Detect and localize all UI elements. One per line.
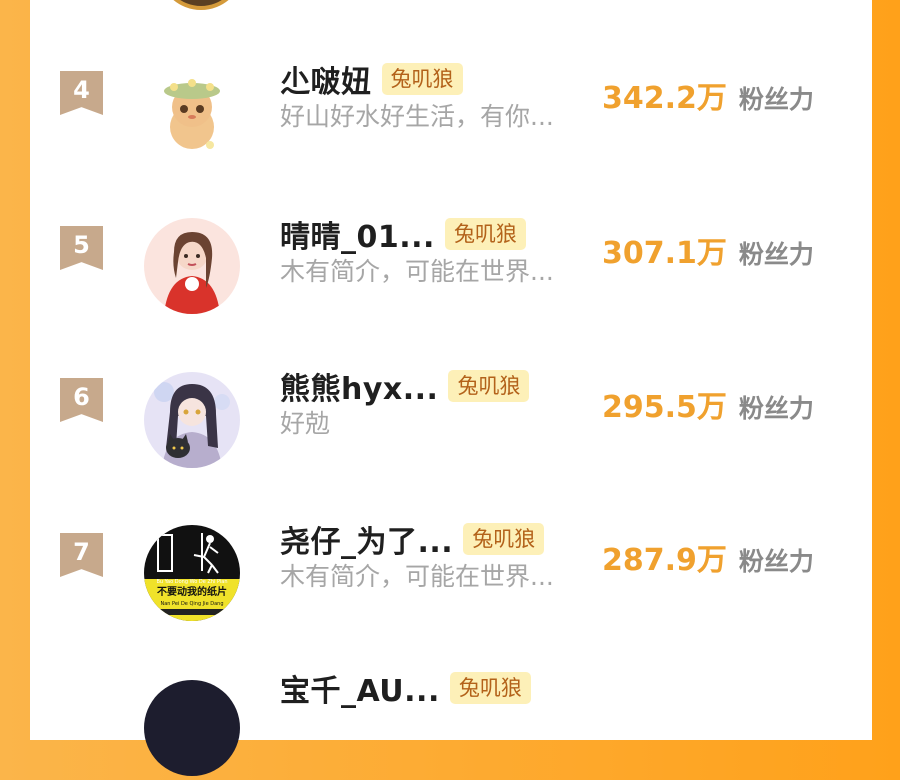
fan-power-value: 287.9万 bbox=[602, 543, 727, 578]
user-name[interactable]: 尐啵妞 bbox=[280, 57, 372, 101]
fan-power-unit: 粉丝力 bbox=[738, 547, 814, 576]
ranking-row[interactable]: 6 熊熊hyx... 兔叽狼 好勊 295.5万 粉丝力 bbox=[30, 370, 872, 472]
user-name[interactable]: 宝千_AU... bbox=[280, 666, 440, 710]
user-tag: 兔叽狼 bbox=[463, 523, 545, 555]
fan-power-unit: 粉丝力 bbox=[738, 85, 814, 114]
user-tag: 兔叽狼 bbox=[444, 218, 526, 250]
anime-girl-with-cat-avatar[interactable] bbox=[144, 372, 240, 468]
fan-power: 342.2万 粉丝力 bbox=[602, 73, 814, 117]
user-bio: 木有简介，可能在世界... bbox=[280, 562, 554, 591]
rank-badge: 7 bbox=[60, 533, 103, 577]
user-bio: 好勊 bbox=[280, 409, 331, 438]
paper-figure-poster-avatar[interactable]: Bu Yao Dong Wo De Zhi Pian 不要动我的纸片 Nan P… bbox=[144, 525, 240, 621]
fan-power-value: 307.1万 bbox=[602, 236, 727, 271]
fan-power-unit: 粉丝力 bbox=[738, 394, 814, 423]
girl-in-red-dress-avatar[interactable] bbox=[144, 218, 240, 314]
user-tag: 兔叽狼 bbox=[381, 63, 463, 95]
ranking-row[interactable]: 7 Bu Yao Dong Wo De Zhi Pian 不要动我的纸片 Nan… bbox=[30, 523, 872, 625]
fan-power: 295.5万 粉丝力 bbox=[602, 382, 814, 426]
rank-badge: 5 bbox=[60, 226, 103, 270]
fan-power: 287.9万 粉丝力 bbox=[602, 535, 814, 579]
user-bio: 好山好水好生活，有你... bbox=[280, 102, 554, 131]
ranking-row[interactable]: 4 尐啵妞 兔叽狼 好山好水好生活，有你... 342.2万 粉丝力 bbox=[30, 63, 872, 165]
ranking-row-partial[interactable]: 宝千_AU... 兔叽狼 bbox=[30, 672, 872, 780]
previous-avatar[interactable] bbox=[158, 0, 244, 10]
rank-badge: 4 bbox=[60, 71, 103, 115]
partial-avatar[interactable] bbox=[144, 680, 240, 776]
fan-power-unit: 粉丝力 bbox=[738, 240, 814, 269]
user-tag: 兔叽狼 bbox=[449, 672, 531, 704]
user-name[interactable]: 晴晴_01... bbox=[280, 212, 435, 256]
fan-power-value: 295.5万 bbox=[602, 390, 727, 425]
cartoon-hedgehog-avatar[interactable] bbox=[144, 65, 240, 161]
poster-line-2: 不要动我的纸片 bbox=[157, 585, 227, 598]
poster-line-3: Nan Pei De Qing Jie Dang bbox=[160, 601, 223, 607]
fan-power: 307.1万 粉丝力 bbox=[602, 228, 814, 272]
poster-line-1: Bu Yao Dong Wo De Zhi Pian bbox=[156, 579, 227, 585]
user-name[interactable]: 尧仔_为了... bbox=[280, 517, 453, 561]
rank-badge: 6 bbox=[60, 378, 103, 422]
user-bio: 木有简介，可能在世界... bbox=[280, 257, 554, 286]
fan-power-value: 342.2万 bbox=[602, 81, 727, 116]
ranking-row[interactable]: 5 晴晴_01... 兔叽狼 木有简介，可能在世界... 307.1万 粉丝力 bbox=[30, 218, 872, 318]
user-tag: 兔叽狼 bbox=[448, 370, 530, 402]
user-name[interactable]: 熊熊hyx... bbox=[280, 364, 438, 408]
ranking-card: 4 尐啵妞 兔叽狼 好山好水好生活，有你... 342.2万 粉丝力 5 晴晴_… bbox=[30, 0, 872, 776]
